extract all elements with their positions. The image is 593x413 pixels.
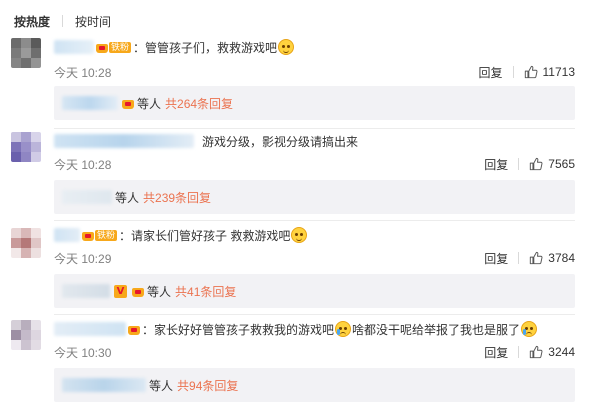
replies-who: 等人	[147, 284, 172, 299]
replies-who: 等人	[137, 96, 162, 111]
reply-username-blurred	[62, 190, 112, 204]
like-button[interactable]: 3784	[529, 251, 575, 265]
comment-text: ：请家长们管好孩子 救救游戏吧	[119, 228, 291, 243]
replies-who: 等人	[115, 190, 140, 205]
avatar[interactable]	[11, 228, 41, 258]
username-blurred[interactable]	[54, 40, 94, 54]
thumbs-up-icon	[530, 251, 543, 265]
timestamp: 今天 10:30	[54, 345, 112, 360]
username-blurred[interactable]	[54, 228, 80, 242]
replies-count-link[interactable]: 共264条回复	[165, 95, 233, 112]
fan-badge	[132, 286, 144, 297]
action-divider	[518, 252, 520, 264]
cry-emoji-icon	[335, 321, 352, 337]
replies-count-link[interactable]: 共94条回复	[177, 377, 238, 394]
fan-badge	[128, 324, 140, 335]
smile-emoji-icon	[291, 227, 308, 243]
replies-count-link[interactable]: 共239条回复	[143, 189, 211, 206]
fan-tag: 铁粉	[109, 41, 132, 53]
thumbs-up-icon	[530, 157, 543, 171]
thumbs-up-icon	[524, 65, 537, 79]
smile-emoji-icon	[278, 39, 295, 55]
comment-text: 游戏分级，影视分级请搞出来	[202, 134, 359, 149]
comment-line: 铁粉 ：管管孩子们，救救游戏吧	[54, 38, 575, 56]
comment-divider	[54, 314, 575, 315]
thumbs-up-icon	[530, 345, 543, 359]
verified-v-icon: V	[114, 284, 127, 298]
sort-by-hot-tab[interactable]: 按热度	[14, 13, 50, 30]
replies-preview[interactable]: 等人 共94条回复	[54, 368, 575, 402]
fan-badge	[122, 98, 134, 109]
crown-icon	[128, 324, 140, 335]
comment-divider	[54, 220, 575, 221]
sort-bar: 按热度 按时间	[14, 12, 111, 30]
crown-icon	[132, 286, 144, 297]
username-blurred[interactable]	[54, 322, 126, 336]
like-count: 7565	[548, 157, 575, 171]
like-button[interactable]: 3244	[529, 345, 575, 359]
crown-icon	[122, 98, 134, 109]
crown-icon	[96, 42, 108, 53]
reply-username-blurred	[62, 96, 118, 110]
comment-line: ：家长好好管管孩子救救我的游戏吧 啥都没干呢给举报了我也是服了	[54, 320, 575, 338]
comment-text: ：管管孩子们，救救游戏吧	[133, 40, 278, 55]
reply-username-blurred	[62, 284, 110, 298]
fan-badge: 铁粉	[96, 41, 132, 53]
action-divider	[518, 346, 520, 358]
replies-preview[interactable]: V 等人 共41条回复	[54, 274, 575, 308]
reply-username-blurred	[62, 378, 146, 392]
reply-button[interactable]: 回复	[479, 64, 503, 81]
sort-divider	[62, 15, 64, 27]
username-blurred[interactable]	[54, 134, 194, 148]
like-count: 11713	[542, 65, 575, 79]
avatar[interactable]	[11, 38, 41, 68]
like-count: 3784	[548, 251, 575, 265]
replies-preview[interactable]: 等人 共239条回复	[54, 180, 575, 214]
like-button[interactable]: 11713	[524, 65, 575, 79]
like-button[interactable]: 7565	[529, 157, 575, 171]
comment-line: 游戏分级，影视分级请搞出来	[54, 132, 575, 150]
avatar[interactable]	[11, 132, 41, 162]
avatar[interactable]	[11, 320, 41, 350]
comment-divider	[54, 128, 575, 129]
reply-button[interactable]: 回复	[484, 250, 508, 267]
like-count: 3244	[548, 345, 575, 359]
fan-tag: 铁粉	[95, 229, 118, 241]
replies-who: 等人	[149, 378, 174, 393]
cry-emoji-icon	[521, 321, 538, 337]
reply-button[interactable]: 回复	[484, 344, 508, 361]
comment-text: ：家长好好管管孩子救救我的游戏吧	[142, 322, 335, 337]
timestamp: 今天 10:28	[54, 65, 112, 80]
reply-button[interactable]: 回复	[484, 156, 508, 173]
crown-icon	[82, 230, 94, 241]
sort-by-time-tab[interactable]: 按时间	[75, 13, 111, 30]
replies-preview[interactable]: 等人 共264条回复	[54, 86, 575, 120]
replies-count-link[interactable]: 共41条回复	[175, 283, 236, 300]
timestamp: 今天 10:28	[54, 157, 112, 172]
comment-line: 铁粉 ：请家长们管好孩子 救救游戏吧	[54, 226, 575, 244]
comment-text-continued: 啥都没干呢给举报了我也是服了	[352, 322, 521, 337]
fan-badge: 铁粉	[82, 229, 118, 241]
action-divider	[518, 158, 520, 170]
action-divider	[512, 66, 514, 78]
timestamp: 今天 10:29	[54, 251, 112, 266]
